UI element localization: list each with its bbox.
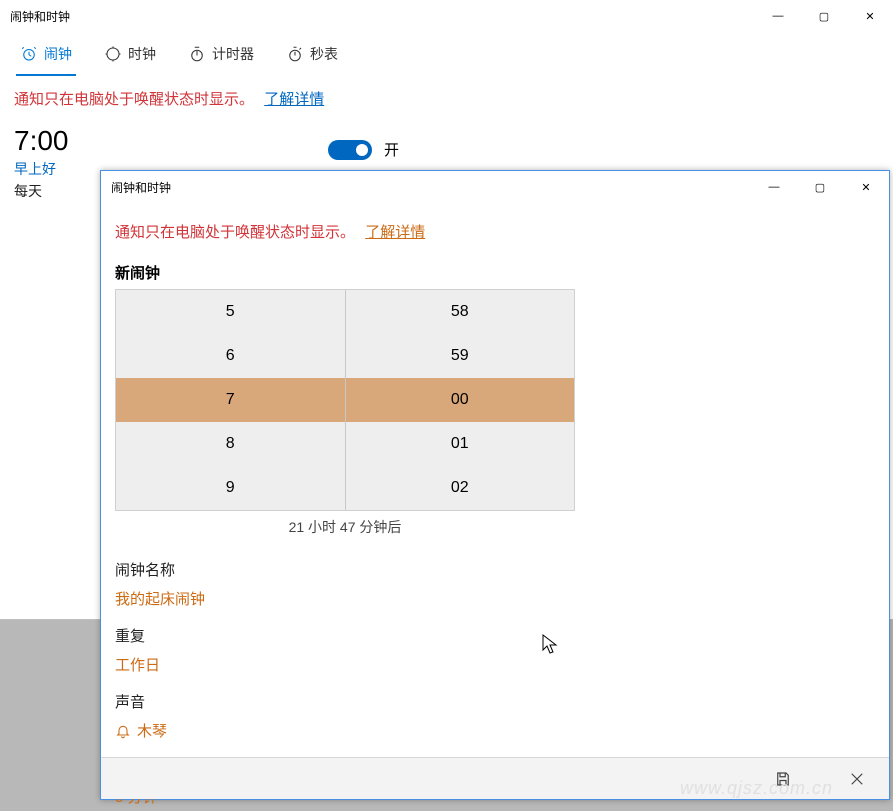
alarm-toggle-group: 开: [328, 139, 399, 160]
timer-icon: [188, 45, 206, 63]
name-label: 闹钟名称: [115, 559, 875, 580]
notice-bar-edit: 通知只在电脑处于唤醒状态时显示。 了解详情: [101, 203, 889, 252]
minute-option[interactable]: 01: [345, 422, 574, 466]
stopwatch-icon: [286, 45, 304, 63]
titlebar-edit: 闹钟和时钟 — ▢ ✕: [101, 171, 889, 203]
bell-icon: [115, 723, 131, 739]
alarm-info: 7:00 早上好 每天: [14, 125, 69, 201]
tab-alarm[interactable]: 闹钟: [8, 32, 84, 76]
hour-selected[interactable]: 7: [116, 378, 345, 422]
tab-clock-label: 时钟: [128, 44, 156, 64]
notice-bar-main: 通知只在电脑处于唤醒状态时显示。 了解详情: [0, 76, 893, 121]
maximize-button-edit[interactable]: ▢: [797, 171, 843, 203]
hour-option[interactable]: 9: [116, 466, 345, 510]
tab-alarm-label: 闹钟: [44, 44, 72, 64]
notice-text: 通知只在电脑处于唤醒状态时显示。: [14, 91, 254, 108]
hour-option[interactable]: 8: [116, 422, 345, 466]
close-button-edit[interactable]: ✕: [843, 171, 889, 203]
sound-value: 木琴: [137, 720, 167, 741]
minute-option[interactable]: 59: [345, 334, 574, 378]
watermark: www.qjsz.com.cn: [680, 778, 833, 799]
tab-clock[interactable]: 时钟: [92, 32, 168, 76]
minimize-button[interactable]: —: [755, 0, 801, 32]
sound-label: 声音: [115, 691, 875, 712]
name-field[interactable]: 我的起床闹钟: [115, 588, 875, 609]
tab-stopwatch-label: 秒表: [310, 44, 338, 64]
tab-timer-label: 计时器: [212, 44, 254, 64]
alarm-greeting: 早上好: [14, 159, 69, 179]
hour-option[interactable]: 5: [116, 290, 345, 334]
window-title: 闹钟和时钟: [10, 8, 70, 25]
hour-option[interactable]: 6: [116, 334, 345, 378]
notice-link[interactable]: 了解详情: [264, 91, 324, 108]
new-alarm-header: 新闹钟: [115, 262, 875, 283]
maximize-button[interactable]: ▢: [801, 0, 847, 32]
cancel-button[interactable]: [845, 767, 869, 791]
window-title-edit: 闹钟和时钟: [111, 179, 171, 196]
minute-option[interactable]: 02: [345, 466, 574, 510]
notice-text-edit: 通知只在电脑处于唤醒状态时显示。: [115, 224, 355, 241]
time-picker[interactable]: 558 659 700 801 902: [115, 289, 575, 511]
repeat-field[interactable]: 工作日: [115, 654, 875, 675]
time-remaining: 21 小时 47 分钟后: [115, 511, 575, 543]
cancel-icon: [848, 770, 866, 788]
alarm-toggle[interactable]: [328, 140, 372, 160]
close-button[interactable]: ✕: [847, 0, 893, 32]
tab-bar: 闹钟 时钟 计时器 秒表: [0, 32, 893, 76]
clock-icon: [104, 45, 122, 63]
repeat-label: 重复: [115, 625, 875, 646]
tab-timer[interactable]: 计时器: [176, 32, 266, 76]
alarm-repeat: 每天: [14, 181, 69, 201]
minute-selected[interactable]: 00: [345, 378, 574, 422]
minute-option[interactable]: 58: [345, 290, 574, 334]
alarm-time: 7:00: [14, 125, 69, 157]
alarm-toggle-label: 开: [384, 139, 399, 160]
notice-link-edit[interactable]: 了解详情: [365, 224, 425, 241]
titlebar-main: 闹钟和时钟 — ▢ ✕: [0, 0, 893, 32]
minimize-button-edit[interactable]: —: [751, 171, 797, 203]
tab-stopwatch[interactable]: 秒表: [274, 32, 350, 76]
edit-alarm-window: 闹钟和时钟 — ▢ ✕ 通知只在电脑处于唤醒状态时显示。 了解详情 新闹钟 55…: [100, 170, 890, 800]
alarm-icon: [20, 45, 38, 63]
sound-field[interactable]: 木琴: [115, 720, 875, 741]
